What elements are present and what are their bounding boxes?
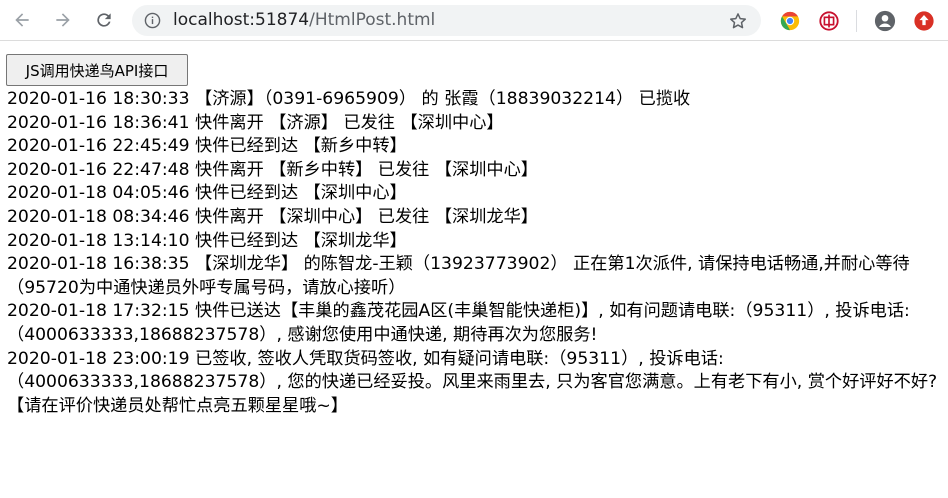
chrome-extension-icon: [780, 11, 800, 31]
back-button[interactable]: [7, 5, 37, 35]
profile-button[interactable]: [874, 10, 896, 32]
tracking-line: 2020-01-18 13:14:10 快件已经到达 【深圳龙华】: [7, 230, 407, 251]
tracking-line: 2020-01-16 18:30:33 【济源】（0391-6965909） 的…: [7, 89, 691, 109]
url-host: localhost:51874: [173, 10, 310, 30]
update-icon: [914, 11, 934, 31]
update-button[interactable]: [913, 10, 935, 32]
info-icon[interactable]: [144, 12, 161, 29]
back-arrow-icon: [15, 13, 29, 27]
url-path: /HtmlPost.html: [309, 10, 436, 30]
chrome-extension-button[interactable]: [779, 10, 801, 32]
tracking-line: 2020-01-16 22:47:48 快件离开 【新乡中转】 已发往 【深圳中…: [7, 159, 538, 180]
profile-icon: [874, 10, 896, 32]
reload-icon: [97, 13, 111, 27]
address-bar[interactable]: localhost:51874/HtmlPost.html: [132, 5, 761, 36]
tracking-line: 2020-01-18 04:05:46 快件已经到达 【深圳中心】: [7, 183, 407, 204]
tracking-line: 2020-01-18 23:00:19 已签收, 签收人凭取货码签收, 如有疑问…: [7, 348, 938, 416]
tracking-line: 2020-01-16 22:45:49 快件已经到达 【新乡中转】: [7, 136, 407, 157]
tracking-line: 2020-01-18 17:32:15 快件已送达【丰巢的鑫茂花园A区(丰巢智能…: [7, 301, 910, 345]
bank-extension-button[interactable]: [818, 10, 840, 32]
star-icon[interactable]: [728, 11, 748, 31]
tracking-line: 2020-01-16 18:36:41 快件离开 【济源】 已发往 【深圳中心】: [7, 112, 504, 133]
page-content: JS调用快递鸟API接口 2020-01-16 18:30:33 【济源】（03…: [0, 41, 948, 498]
toolbar-divider: [856, 10, 857, 32]
forward-arrow-icon: [56, 13, 70, 27]
tracking-line: 2020-01-18 16:38:35 【深圳龙华】 的陈智龙-王颖（13923…: [7, 254, 910, 298]
reload-button[interactable]: [89, 5, 119, 35]
browser-toolbar: localhost:51874/HtmlPost.html: [0, 0, 948, 41]
url-text[interactable]: localhost:51874/HtmlPost.html: [173, 10, 435, 30]
forward-button[interactable]: [48, 5, 78, 35]
call-api-button[interactable]: JS调用快递鸟API接口: [6, 54, 188, 86]
tracking-line: 2020-01-18 08:34:46 快件离开 【深圳中心】 已发往 【深圳龙…: [7, 206, 538, 227]
tracking-log: 2020-01-16 18:30:33 【济源】（0391-6965909） 的…: [7, 88, 947, 418]
bank-extension-icon: [819, 11, 839, 31]
